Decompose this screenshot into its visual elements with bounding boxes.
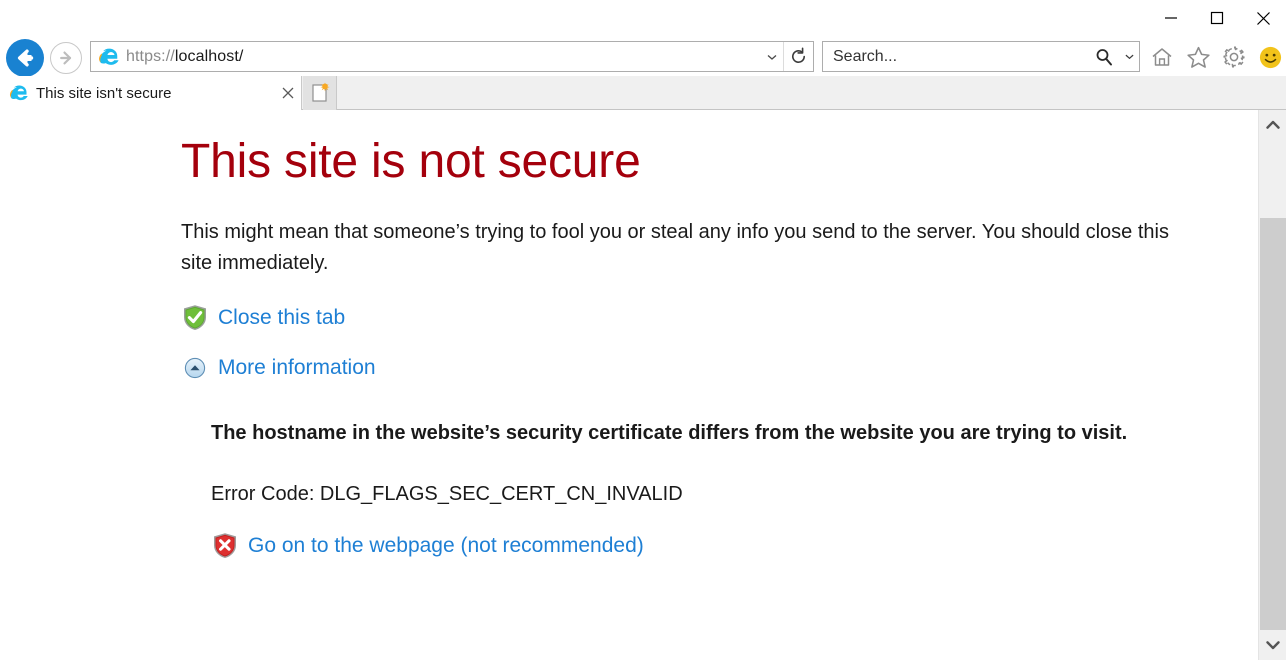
certificate-detail-block: The hostname in the website’s security c… bbox=[181, 418, 1231, 560]
chevron-down-icon bbox=[1265, 641, 1280, 650]
favorites-button[interactable] bbox=[1182, 41, 1214, 73]
more-information-link[interactable]: More information bbox=[218, 355, 376, 380]
go-on-to-webpage-link[interactable]: Go on to the webpage (not recommended) bbox=[248, 533, 644, 558]
search-input[interactable]: Search... bbox=[823, 48, 1089, 66]
close-button[interactable] bbox=[1240, 1, 1286, 35]
home-icon bbox=[1152, 48, 1172, 66]
certificate-error-title: The hostname in the website’s security c… bbox=[211, 421, 1128, 444]
refresh-button[interactable] bbox=[783, 42, 813, 71]
toolbar-icons bbox=[1146, 41, 1286, 73]
tab-strip: This site isn't secure bbox=[0, 76, 1286, 110]
tab-close-button[interactable] bbox=[275, 78, 301, 108]
vertical-scrollbar[interactable] bbox=[1258, 110, 1286, 660]
shield-icon bbox=[184, 305, 206, 331]
forward-arrow-icon bbox=[60, 51, 72, 65]
scrollbar-thumb[interactable] bbox=[1260, 140, 1286, 218]
scroll-down-button[interactable] bbox=[1259, 630, 1286, 660]
search-dropdown-button[interactable] bbox=[1119, 42, 1139, 71]
search-icon bbox=[1096, 48, 1112, 65]
red-shield-x-icon bbox=[211, 532, 239, 560]
close-this-tab-link[interactable]: Close this tab bbox=[218, 305, 345, 330]
close-tab-row[interactable]: Close this tab bbox=[181, 304, 1258, 332]
chevron-up-circle-icon bbox=[184, 357, 206, 379]
close-icon bbox=[1256, 11, 1270, 25]
back-arrow-icon bbox=[17, 49, 34, 67]
star-icon bbox=[1186, 46, 1210, 68]
scrollbar-track[interactable] bbox=[1260, 218, 1286, 630]
error-description: This might mean that someone’s trying to… bbox=[181, 221, 1169, 274]
home-button[interactable] bbox=[1146, 41, 1178, 73]
error-page-content: This site is not secure This might mean … bbox=[0, 110, 1258, 560]
window-controls bbox=[1148, 0, 1286, 36]
error-code-text: Error Code: DLG_FLAGS_SEC_CERT_CN_INVALI… bbox=[211, 482, 683, 505]
new-tab-button[interactable] bbox=[303, 76, 337, 110]
maximize-icon bbox=[1210, 11, 1224, 25]
url-scheme: https:// bbox=[126, 48, 175, 65]
smiley-icon bbox=[1259, 46, 1281, 68]
expand-collapse-icon bbox=[181, 354, 209, 382]
navigation-bar: https://localhost/ Search... bbox=[0, 36, 1286, 77]
scroll-up-button[interactable] bbox=[1259, 110, 1286, 140]
title-bar bbox=[0, 0, 1286, 36]
tools-button[interactable] bbox=[1218, 41, 1250, 73]
new-tab-page-icon bbox=[311, 82, 330, 102]
back-button[interactable] bbox=[6, 39, 44, 77]
green-shield-check-icon bbox=[181, 304, 209, 332]
address-dropdown-button[interactable] bbox=[761, 42, 783, 71]
address-bar[interactable]: https://localhost/ bbox=[90, 41, 814, 72]
maximize-button[interactable] bbox=[1194, 1, 1240, 35]
minimize-button[interactable] bbox=[1148, 1, 1194, 35]
internet-explorer-logo-icon bbox=[9, 85, 28, 101]
chevron-down-icon bbox=[767, 54, 777, 60]
address-url: https://localhost/ bbox=[126, 47, 761, 66]
search-bar[interactable]: Search... bbox=[822, 41, 1140, 72]
tab-title: This site isn't secure bbox=[36, 84, 172, 102]
gear-icon bbox=[1223, 46, 1245, 68]
tab-this-site-isnt-secure[interactable]: This site isn't secure bbox=[0, 76, 302, 110]
shield-icon bbox=[214, 533, 236, 559]
go-on-row[interactable]: Go on to the webpage (not recommended) bbox=[211, 532, 1231, 560]
search-button[interactable] bbox=[1089, 42, 1119, 71]
page-title: This site is not secure bbox=[181, 135, 641, 188]
chevron-up-icon bbox=[1265, 120, 1280, 129]
forward-button bbox=[50, 42, 82, 74]
ie-favicon-icon bbox=[96, 44, 122, 70]
minimize-icon bbox=[1165, 17, 1177, 19]
url-host: localhost/ bbox=[174, 48, 244, 65]
refresh-icon bbox=[792, 47, 806, 63]
chevron-down-icon bbox=[1124, 54, 1134, 60]
internet-explorer-logo-icon bbox=[99, 48, 119, 65]
tab-favicon-icon bbox=[8, 82, 30, 104]
page-viewport: This site is not secure This might mean … bbox=[0, 110, 1258, 660]
close-icon bbox=[282, 87, 294, 99]
smiley-feedback-button[interactable] bbox=[1254, 41, 1286, 73]
browser-window: https://localhost/ Search... This site i… bbox=[0, 0, 1286, 660]
more-information-row[interactable]: More information bbox=[181, 354, 1258, 382]
